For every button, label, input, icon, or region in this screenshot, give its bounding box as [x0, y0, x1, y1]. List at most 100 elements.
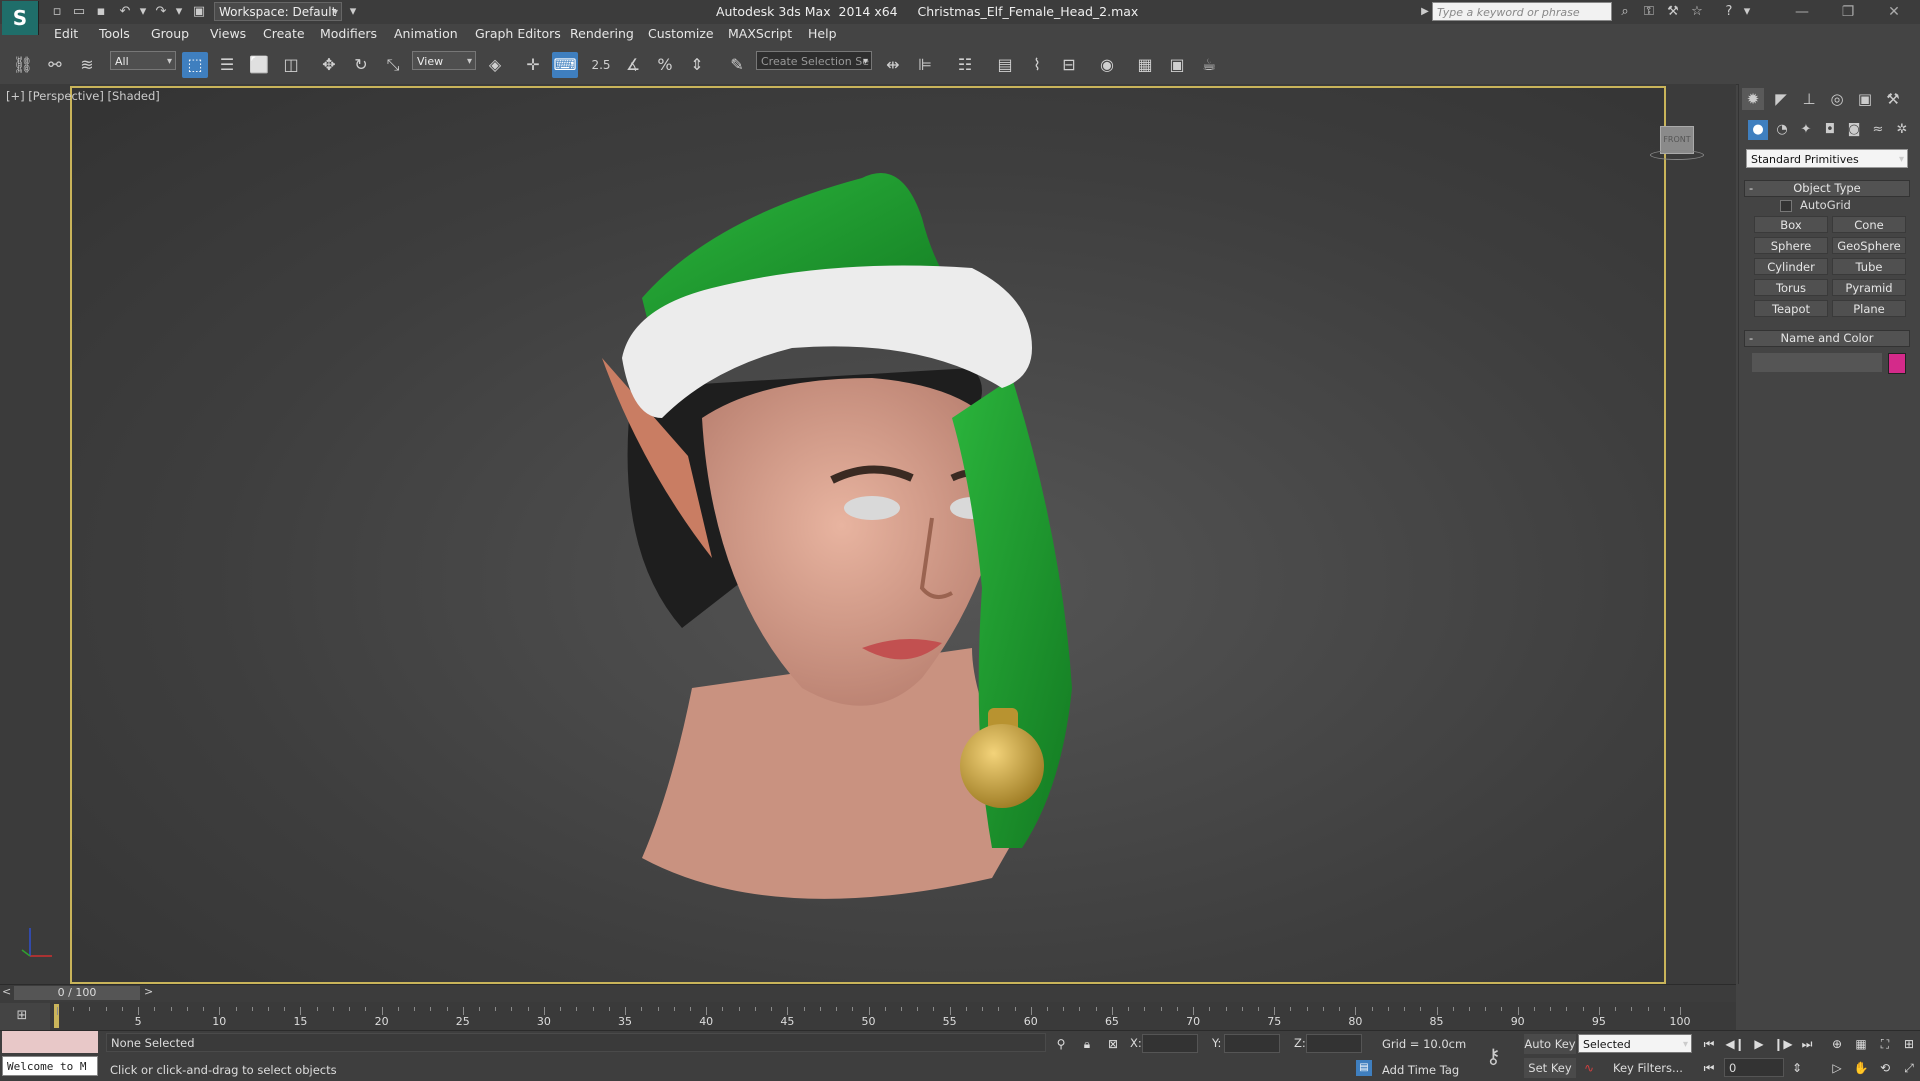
- shapes-category-icon[interactable]: ◔: [1772, 120, 1792, 140]
- select-scale-icon[interactable]: ⤡: [380, 52, 406, 78]
- project-folder-icon[interactable]: ▣: [190, 3, 208, 21]
- save-file-icon[interactable]: ▪: [92, 3, 110, 21]
- pyramid-button[interactable]: Pyramid: [1832, 279, 1906, 296]
- pivot-center-icon[interactable]: ◈: [482, 52, 508, 78]
- restore-button[interactable]: ❐: [1828, 0, 1868, 24]
- subscription-icon[interactable]: ⚿: [1640, 3, 1658, 21]
- unlink-icon[interactable]: ⚯: [42, 52, 68, 78]
- redo-dropdown-icon[interactable]: ▾: [170, 3, 188, 21]
- maxscript-listener-mini[interactable]: [2, 1031, 98, 1053]
- z-coordinate-field[interactable]: [1306, 1034, 1362, 1053]
- perspective-viewport[interactable]: [70, 86, 1666, 984]
- undo-icon[interactable]: ↶: [116, 3, 134, 21]
- reference-coordinate-dropdown[interactable]: View: [412, 51, 476, 71]
- autogrid-checkbox[interactable]: [1780, 200, 1792, 212]
- key-curve-icon[interactable]: ∿: [1580, 1058, 1598, 1078]
- menu-edit[interactable]: Edit: [54, 26, 78, 41]
- workspace-dropdown[interactable]: Workspace: Default: [214, 2, 342, 22]
- zoom-extents-all-icon[interactable]: ⊞: [1898, 1034, 1920, 1054]
- add-time-tag-button[interactable]: Add Time Tag: [1382, 1063, 1459, 1077]
- render-production-icon[interactable]: ☕: [1196, 52, 1222, 78]
- help-dropdown-icon[interactable]: ▾: [1738, 3, 1756, 21]
- keyboard-shortcut-override-icon[interactable]: ⌨: [552, 52, 578, 78]
- help-icon[interactable]: ?: [1720, 3, 1738, 21]
- key-mode-dropdown[interactable]: Selected: [1578, 1034, 1692, 1054]
- menu-animation[interactable]: Animation: [394, 26, 458, 41]
- set-key-mode-key-icon[interactable]: ⚷: [1486, 1044, 1501, 1068]
- mirror-icon[interactable]: ⇹: [880, 52, 906, 78]
- auto-key-button[interactable]: Auto Key: [1524, 1034, 1576, 1054]
- curve-editor-icon[interactable]: ⌇: [1024, 52, 1050, 78]
- selection-filter-dropdown[interactable]: All: [110, 51, 176, 71]
- cone-button[interactable]: Cone: [1832, 216, 1906, 233]
- manipulate-icon[interactable]: ✛: [520, 52, 546, 78]
- motion-panel-tab-icon[interactable]: ◎: [1826, 88, 1848, 110]
- key-mode-toggle-icon[interactable]: ⏮: [1698, 1058, 1720, 1078]
- helpers-category-icon[interactable]: ◙: [1844, 120, 1864, 140]
- menu-views[interactable]: Views: [210, 26, 246, 41]
- percent-snap-icon[interactable]: %: [652, 52, 678, 78]
- elf-head-model[interactable]: [72, 88, 1666, 984]
- tube-button[interactable]: Tube: [1832, 258, 1906, 275]
- current-frame-field[interactable]: 0: [1724, 1058, 1784, 1077]
- menu-maxscript[interactable]: MAXScript: [728, 26, 792, 41]
- render-setup-icon[interactable]: ▦: [1132, 52, 1158, 78]
- angle-snap-icon[interactable]: ∡: [620, 52, 646, 78]
- new-file-icon[interactable]: ▫: [48, 3, 66, 21]
- minimize-button[interactable]: —: [1782, 0, 1822, 24]
- orbit-icon[interactable]: ⟲: [1874, 1058, 1896, 1078]
- isolate-selection-icon[interactable]: ⚲: [1050, 1034, 1072, 1054]
- geometry-category-icon[interactable]: ●: [1748, 120, 1768, 140]
- geosphere-button[interactable]: GeoSphere: [1832, 237, 1906, 254]
- zoom-icon[interactable]: ⊕: [1826, 1034, 1848, 1054]
- named-selection-set-dropdown[interactable]: Create Selection Se: [756, 51, 872, 71]
- key-filters-button[interactable]: Key Filters...: [1604, 1058, 1692, 1078]
- time-configuration-icon[interactable]: ⇕: [1786, 1058, 1808, 1078]
- time-slider-prev-arrow[interactable]: <: [2, 985, 11, 998]
- time-slider-thumb[interactable]: 0 / 100: [14, 986, 140, 1000]
- menu-rendering[interactable]: Rendering: [570, 26, 634, 41]
- menu-help[interactable]: Help: [808, 26, 837, 41]
- plane-button[interactable]: Plane: [1832, 300, 1906, 317]
- select-object-icon[interactable]: ⬚: [182, 52, 208, 78]
- play-icon[interactable]: ▶: [1748, 1034, 1770, 1054]
- maxscript-welcome-field[interactable]: Welcome to M: [2, 1056, 98, 1076]
- open-file-icon[interactable]: ▭: [70, 3, 88, 21]
- bind-space-warp-icon[interactable]: ≋: [74, 52, 100, 78]
- select-by-name-icon[interactable]: ☰: [214, 52, 240, 78]
- select-move-icon[interactable]: ✥: [316, 52, 342, 78]
- menu-tools[interactable]: Tools: [99, 26, 130, 41]
- redo-icon[interactable]: ↷: [152, 3, 170, 21]
- window-crossing-icon[interactable]: ◫: [278, 52, 304, 78]
- edit-named-selection-icon[interactable]: ✎: [724, 52, 750, 78]
- space-warps-category-icon[interactable]: ≈: [1868, 120, 1888, 140]
- zoom-extents-icon[interactable]: ⛶: [1874, 1034, 1896, 1054]
- set-key-button[interactable]: Set Key: [1524, 1058, 1576, 1078]
- layer-explorer-icon[interactable]: ☷: [952, 52, 978, 78]
- object-color-swatch[interactable]: [1888, 353, 1906, 374]
- select-rotate-icon[interactable]: ↻: [348, 52, 374, 78]
- y-coordinate-field[interactable]: [1224, 1034, 1280, 1053]
- menu-modifiers[interactable]: Modifiers: [320, 26, 377, 41]
- viewcube[interactable]: FRONT: [1650, 122, 1704, 160]
- create-panel-tab-icon[interactable]: ✹: [1742, 88, 1764, 110]
- display-panel-tab-icon[interactable]: ▣: [1854, 88, 1876, 110]
- menu-create[interactable]: Create: [263, 26, 305, 41]
- next-frame-icon[interactable]: ❙▶: [1772, 1034, 1794, 1054]
- time-slider[interactable]: [0, 984, 1736, 1003]
- undo-dropdown-icon[interactable]: ▾: [134, 3, 152, 21]
- viewport-label[interactable]: [+] [Perspective] [Shaded]: [6, 89, 160, 103]
- rectangular-selection-icon[interactable]: ⬜: [246, 52, 272, 78]
- previous-frame-icon[interactable]: ◀❙: [1724, 1034, 1746, 1054]
- field-of-view-icon[interactable]: ▷: [1826, 1058, 1848, 1078]
- modify-panel-tab-icon[interactable]: ◤: [1770, 88, 1792, 110]
- primitive-category-dropdown[interactable]: Standard Primitives: [1746, 149, 1908, 169]
- name-and-color-rollout[interactable]: - Name and Color: [1744, 330, 1910, 347]
- rendered-frame-window-icon[interactable]: ▣: [1164, 52, 1190, 78]
- quick-access-menu-icon[interactable]: ▾: [344, 3, 362, 21]
- object-name-field[interactable]: [1752, 353, 1882, 372]
- cameras-category-icon[interactable]: ◘: [1820, 120, 1840, 140]
- search-input[interactable]: Type a keyword or phrase: [1432, 2, 1612, 21]
- x-coordinate-field[interactable]: [1142, 1034, 1198, 1053]
- object-type-rollout[interactable]: - Object Type: [1744, 180, 1910, 197]
